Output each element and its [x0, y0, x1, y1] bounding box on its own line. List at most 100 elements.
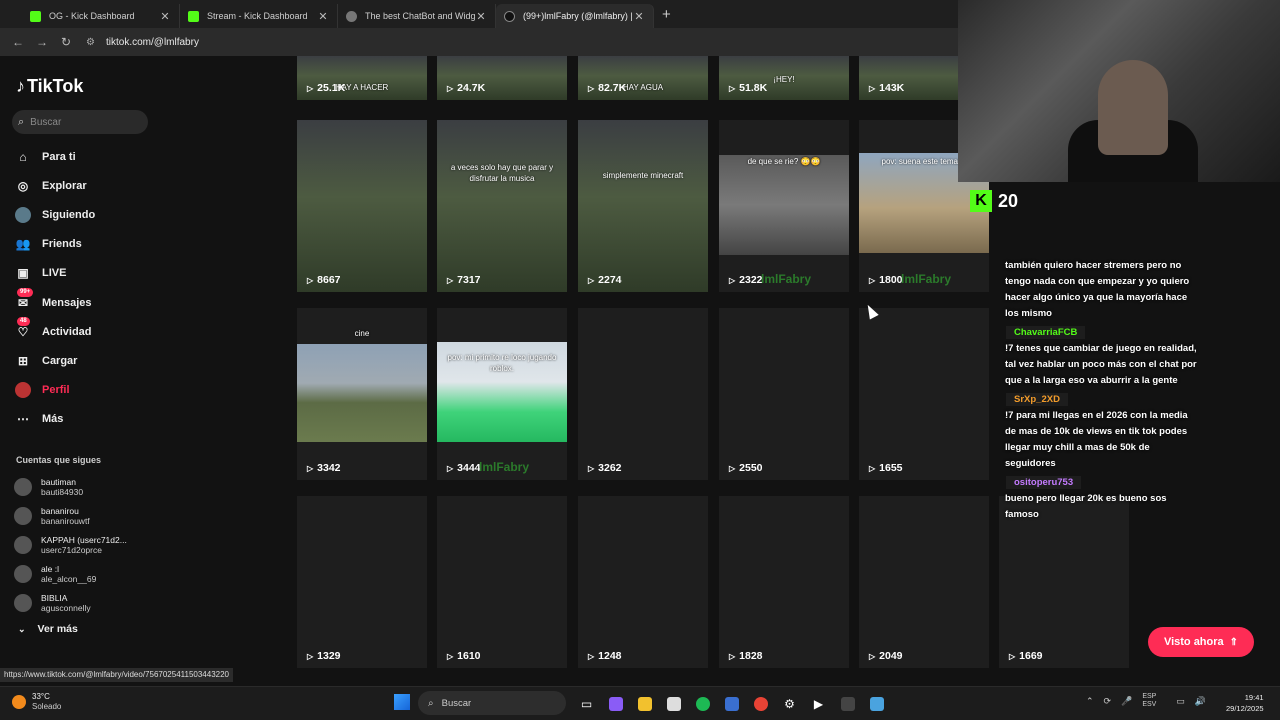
language-indicator[interactable]: ESP ESV	[1142, 693, 1166, 709]
reload-icon[interactable]: ↻	[54, 35, 78, 49]
video-card[interactable]: ▷ 24.7K	[437, 56, 567, 100]
following-item[interactable]: ale :l ale_alcon__69	[14, 560, 127, 589]
sidebar-item-para-ti[interactable]: ⌂ Para ti	[14, 142, 95, 171]
microphone-icon[interactable]: 🎤	[1121, 696, 1132, 707]
search-placeholder: Buscar	[30, 116, 62, 128]
terminal-icon[interactable]	[833, 692, 862, 716]
sidebar-item-friends[interactable]: 👥 Friends	[14, 230, 95, 259]
sidebar-item-siguiendo[interactable]: Siguiendo	[14, 200, 95, 229]
view-count: ▷ 1329	[307, 650, 341, 662]
messages-badge: 99+	[17, 287, 34, 297]
copilot-icon[interactable]	[601, 692, 630, 716]
windows-start-icon[interactable]	[394, 694, 410, 710]
following-list: bautiman bauti84930 bananirou bananirouwtf…	[14, 472, 127, 618]
weather-widget[interactable]: 33°C Soleado	[12, 692, 61, 712]
back-icon[interactable]: ←	[6, 35, 30, 49]
tab-title: The best ChatBot and Widgets	[365, 11, 475, 21]
video-card[interactable]: ▷ 1655	[859, 308, 989, 480]
settings-icon[interactable]: ⚙	[775, 692, 804, 716]
chrome-icon[interactable]	[746, 692, 775, 716]
kick-viewer-badge: K 20	[970, 190, 1018, 212]
tab-chatbot[interactable]: The best ChatBot and Widgets ✕	[338, 4, 496, 28]
video-card[interactable]: HAY AGUA ▷ 82.7K	[578, 56, 708, 100]
video-card[interactable]: HAY A HACER ▷ 25.1K	[297, 56, 427, 100]
video-card[interactable]: ▷ 2550	[719, 308, 849, 480]
live-icon: ▣	[17, 266, 29, 281]
view-count: ▷ 1828	[729, 650, 763, 662]
video-caption: a veces solo hay que parar y disfrutar l…	[450, 163, 554, 183]
following-handle: agusconnelly	[41, 603, 91, 614]
ver-mas-button[interactable]: ⌄ Ver más	[18, 623, 78, 635]
sidebar-item-explorar[interactable]: ◎ Explorar	[14, 171, 95, 200]
close-icon[interactable]: ✕	[633, 10, 645, 23]
task-view-icon[interactable]: ▭	[572, 692, 601, 716]
taskbar-apps: ▭ ⚙ ▶	[572, 692, 891, 716]
sidebar-item-live[interactable]: ▣ LIVE	[14, 259, 95, 288]
following-item[interactable]: bananirou bananirouwtf	[14, 501, 127, 530]
play-icon: ▷	[869, 275, 876, 285]
video-card[interactable]: ▷ 3262	[578, 308, 708, 480]
close-icon[interactable]: ✕	[475, 10, 487, 23]
video-card[interactable]: de que se rie? 😳😳 ▷ 2322 lmlFabry	[719, 120, 849, 292]
following-item[interactable]: BIBLIA agusconnelly	[14, 589, 127, 618]
capcut-icon[interactable]	[659, 692, 688, 716]
view-count: ▷ 2049	[869, 650, 903, 662]
notepad-icon[interactable]	[862, 692, 891, 716]
sidebar-item-mensajes[interactable]: ✉ 99+ Mensajes	[14, 287, 95, 317]
tiktok-logo[interactable]: ♪ TikTok	[16, 76, 83, 97]
sidebar-item-cargar[interactable]: ⊞ Cargar	[14, 346, 95, 375]
video-card[interactable]: ▷ 1248	[578, 496, 708, 668]
search-input[interactable]: ⌕ Buscar	[12, 110, 148, 134]
tab-kick-stream[interactable]: Stream - Kick Dashboard ✕	[180, 4, 338, 28]
play-icon: ▷	[307, 463, 314, 473]
video-card[interactable]: ¡HEY! ▷ 51.8K	[719, 56, 849, 100]
video-card[interactable]: ▷ 1329	[297, 496, 427, 668]
visto-ahora-button[interactable]: Visto ahora ⇑	[1148, 627, 1254, 657]
tab-tiktok[interactable]: (99+)lmlFabry (@lmlfabry) | Tik ✕	[496, 4, 654, 28]
video-card[interactable]: ▷ 2049	[859, 496, 989, 668]
url-field[interactable]: ⚙ tiktok.com/@lmlfabry	[86, 31, 199, 53]
taskbar-search[interactable]: ⌕ Buscar	[418, 691, 566, 715]
tiktok-logo-icon: ♪	[16, 76, 25, 96]
app-icon[interactable]	[717, 692, 746, 716]
tab-kick-og[interactable]: OG - Kick Dashboard ✕	[22, 4, 180, 28]
video-card[interactable]: ▷ 1828	[719, 496, 849, 668]
play-icon: ▷	[1009, 651, 1016, 661]
close-icon[interactable]: ✕	[317, 10, 329, 23]
kick-logo-icon: K	[970, 190, 992, 212]
following-title: Cuentas que sigues	[16, 455, 102, 465]
following-item[interactable]: bautiman bauti84930	[14, 472, 127, 501]
more-icon: ⋯	[17, 412, 29, 427]
video-card[interactable]: ▷ 1610	[437, 496, 567, 668]
network-icon[interactable]: ▭	[1176, 696, 1185, 707]
following-item[interactable]: KAPPAH (userc71d2... userc71d2oprce	[14, 530, 127, 559]
tab-title: OG - Kick Dashboard	[49, 11, 135, 21]
forward-icon[interactable]: →	[30, 35, 54, 49]
following-handle: bauti84930	[41, 486, 84, 497]
video-card[interactable]: cine ▷ 3342	[297, 308, 427, 480]
sidebar-item-perfil[interactable]: Perfil	[14, 376, 95, 405]
following-icon	[14, 206, 32, 224]
file-explorer-icon[interactable]	[630, 692, 659, 716]
volume-icon[interactable]: 🔊	[1195, 696, 1206, 707]
media-player-icon[interactable]: ▶	[804, 692, 833, 716]
video-card[interactable]: simplemente minecraft ▷ 2274	[578, 120, 708, 292]
sidebar-item-mas[interactable]: ⋯ Más	[14, 405, 95, 434]
sync-icon[interactable]: ⟳	[1104, 696, 1112, 707]
sidebar-item-label: Mensajes	[42, 296, 92, 309]
play-icon: ▷	[729, 463, 736, 473]
sidebar-item-actividad[interactable]: ♡ 48 Actividad	[14, 316, 95, 346]
chevron-up-icon[interactable]: ⌃	[1086, 696, 1094, 707]
brand-name: TikTok	[27, 76, 84, 96]
video-card[interactable]: pov: mi primito re loco jugando roblox. ▷…	[437, 308, 567, 480]
avatar	[14, 535, 32, 554]
view-count: ▷ 2322	[729, 274, 763, 286]
video-card[interactable]: a veces solo hay que parar y disfrutar l…	[437, 120, 567, 292]
video-card[interactable]: ▷ 8667	[297, 120, 427, 292]
site-info-icon[interactable]: ⚙	[86, 37, 100, 48]
spotify-icon[interactable]	[688, 692, 717, 716]
double-chevron-up-icon: ⇑	[1229, 636, 1239, 648]
close-icon[interactable]: ✕	[159, 10, 171, 23]
clock[interactable]: 19:41 29/12/2025	[1226, 692, 1264, 714]
new-tab-icon[interactable]: +	[662, 6, 671, 23]
